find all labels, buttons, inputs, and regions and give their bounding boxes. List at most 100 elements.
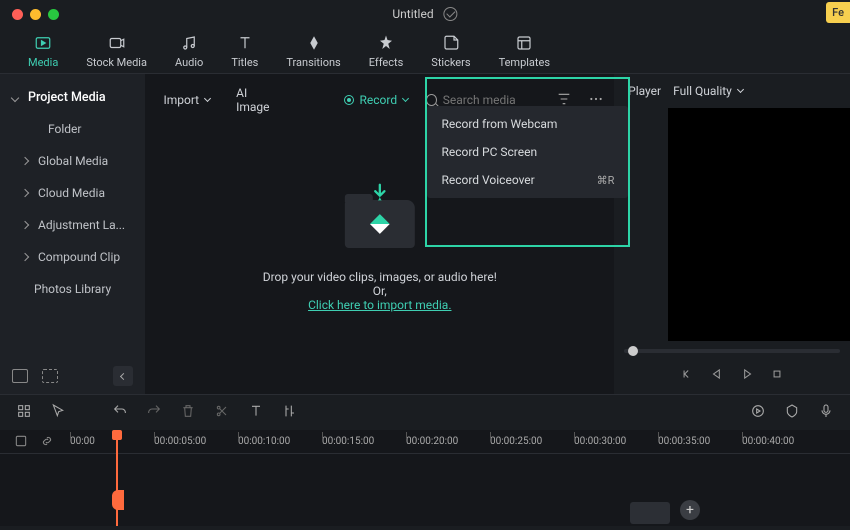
button-label: Import <box>163 93 199 107</box>
chevron-down-icon <box>204 95 211 102</box>
sidebar-item-photos-library[interactable]: Photos Library <box>0 273 145 305</box>
sidebar-item-folder[interactable]: Folder <box>0 113 145 145</box>
ruler-tick: 00:00:35:00 <box>658 436 742 447</box>
folder-icon <box>345 200 415 248</box>
ruler-tick: 00:00:15:00 <box>322 436 406 447</box>
minimize-window-icon[interactable] <box>30 9 41 20</box>
tab-stock-media[interactable]: Stock Media <box>86 34 147 69</box>
search-icon <box>426 94 437 106</box>
record-webcam-item[interactable]: Record from Webcam <box>427 110 628 138</box>
ruler-lead <box>0 430 70 454</box>
close-window-icon[interactable] <box>12 9 23 20</box>
player-scrubber[interactable] <box>624 349 840 353</box>
drop-zone[interactable]: Drop your video clips, images, or audio … <box>263 182 497 312</box>
tab-media[interactable]: Media <box>28 34 58 69</box>
templates-icon <box>513 34 535 52</box>
redo-button[interactable] <box>146 403 162 422</box>
track-placeholder <box>630 502 670 524</box>
player-header: Player Full Quality <box>614 74 850 108</box>
quality-label: Full Quality <box>673 84 732 98</box>
sidebar-head-project-media[interactable]: Project Media <box>0 82 145 113</box>
scrub-handle[interactable] <box>628 346 638 356</box>
transitions-icon <box>303 34 325 52</box>
chevron-right-icon <box>21 253 29 261</box>
delete-button[interactable] <box>180 403 196 422</box>
tab-templates[interactable]: Templates <box>499 34 550 69</box>
selection-tool-icon[interactable] <box>50 403 66 422</box>
window-controls <box>0 9 59 20</box>
titles-icon <box>234 34 256 52</box>
playhead[interactable] <box>116 430 118 526</box>
track-options-icon[interactable] <box>14 434 28 451</box>
player-viewport[interactable] <box>668 108 850 341</box>
menu-label: Record Voiceover <box>441 173 534 187</box>
stop-button[interactable] <box>770 367 784 384</box>
add-track-button[interactable]: + <box>680 500 700 520</box>
tab-stickers[interactable]: Stickers <box>431 34 470 69</box>
search-input[interactable] <box>443 93 546 107</box>
feedback-button[interactable]: Fe <box>826 2 850 23</box>
tab-effects[interactable]: Effects <box>369 34 404 69</box>
prev-frame-button[interactable] <box>680 367 694 384</box>
maximize-window-icon[interactable] <box>48 9 59 20</box>
content-row: Project Media Folder Global Media Cloud … <box>0 74 850 394</box>
button-label: Record <box>360 93 398 107</box>
ruler-tick: 00:00:25:00 <box>490 436 574 447</box>
import-link[interactable]: Click here to import media. <box>308 298 451 312</box>
tab-audio[interactable]: Audio <box>175 34 203 69</box>
sync-status-icon[interactable] <box>444 7 458 21</box>
sidebar-label: Photos Library <box>34 282 111 296</box>
chevron-down-icon <box>402 95 409 102</box>
sidebar-label: Adjustment La... <box>38 218 125 232</box>
mic-icon[interactable] <box>818 403 834 422</box>
track-area[interactable]: + <box>0 454 850 526</box>
record-screen-item[interactable]: Record PC Screen <box>427 138 628 166</box>
search-field[interactable] <box>426 93 546 107</box>
sidebar-item-compound-clip[interactable]: Compound Clip <box>0 241 145 273</box>
track-marker[interactable] <box>112 490 124 510</box>
sidebar-item-adjustment-layer[interactable]: Adjustment La... <box>0 209 145 241</box>
play-reverse-button[interactable] <box>710 367 724 384</box>
menu-label: Record from Webcam <box>441 117 557 131</box>
import-button[interactable]: Import <box>155 89 218 111</box>
quality-selector[interactable]: Full Quality <box>673 84 743 98</box>
new-folder-icon[interactable] <box>12 369 28 383</box>
grid-view-icon[interactable] <box>16 403 32 422</box>
tab-label: Stock Media <box>86 56 147 69</box>
timeline-toolbar <box>0 394 850 430</box>
record-voiceover-item[interactable]: Record Voiceover ⌘R <box>427 166 628 194</box>
text-tool-icon[interactable] <box>248 403 264 422</box>
tab-transitions[interactable]: Transitions <box>286 34 340 69</box>
tab-label: Effects <box>369 56 404 69</box>
tab-label: Titles <box>231 56 258 69</box>
arrow-down-icon <box>369 182 391 204</box>
sidebar-item-global-media[interactable]: Global Media <box>0 145 145 177</box>
new-bin-icon[interactable] <box>42 369 58 383</box>
chevron-right-icon <box>21 157 29 165</box>
sidebar-item-cloud-media[interactable]: Cloud Media <box>0 177 145 209</box>
split-button[interactable] <box>214 403 230 422</box>
player-panel: Player Full Quality <box>614 74 850 394</box>
marker-icon[interactable] <box>784 403 800 422</box>
record-button[interactable]: Record <box>336 89 417 111</box>
timeline[interactable]: 00:00 00:00:05:00 00:00:10:00 00:00:15:0… <box>0 430 850 526</box>
audio-icon <box>178 34 200 52</box>
timeline-ruler[interactable]: 00:00 00:00:05:00 00:00:10:00 00:00:15:0… <box>0 430 850 454</box>
collapse-sidebar-button[interactable] <box>113 366 133 386</box>
sidebar-footer <box>0 358 145 394</box>
adjust-icon[interactable] <box>282 403 298 422</box>
tab-label: Transitions <box>286 56 340 69</box>
ai-image-button[interactable]: AI Image <box>228 82 277 118</box>
tab-titles[interactable]: Titles <box>231 34 258 69</box>
undo-button[interactable] <box>112 403 128 422</box>
render-icon[interactable] <box>750 403 766 422</box>
stock-media-icon <box>106 34 128 52</box>
sidebar-label: Folder <box>48 122 81 136</box>
button-label: AI Image <box>236 86 269 114</box>
document-title-area: Untitled <box>392 7 457 21</box>
ruler-tick: 00:00:40:00 <box>742 436 826 447</box>
play-button[interactable] <box>740 367 754 384</box>
main-tabs: Media Stock Media Audio Titles Transitio… <box>0 28 850 74</box>
ruler-tick: 00:00:05:00 <box>154 436 238 447</box>
link-icon[interactable] <box>40 434 54 451</box>
